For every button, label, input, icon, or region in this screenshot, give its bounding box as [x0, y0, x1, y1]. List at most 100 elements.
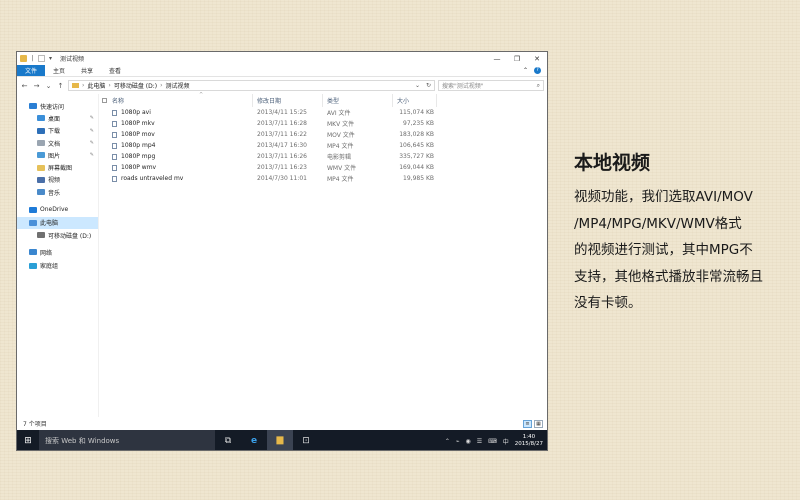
nav-item[interactable]: 桌面 ✎: [17, 112, 98, 124]
usb-drive-icon: [37, 232, 45, 239]
file-name-cell[interactable]: 1080p avi: [109, 109, 253, 116]
file-name-cell[interactable]: 1080P mov: [109, 131, 253, 138]
file-name-cell[interactable]: roads untraveled mv: [109, 175, 253, 182]
column-date[interactable]: 修改日期: [253, 94, 323, 107]
task-view-icon[interactable]: ⧉: [215, 430, 241, 450]
nav-item[interactable]: 快速访问: [17, 100, 98, 112]
address-bar[interactable]: › 此电脑 › 可移动磁盘 (D:) › 测试视频 ⌄ ↻: [68, 80, 435, 91]
table-row[interactable]: 1080p mp4 2013/4/17 16:30 MP4 文件 106,645 KB: [99, 140, 547, 151]
edge-browser-icon[interactable]: e: [241, 430, 267, 450]
start-button[interactable]: ⊞: [17, 436, 39, 446]
file-name-cell[interactable]: 1080P mkv: [109, 120, 253, 127]
taskbar-search-input[interactable]: 搜索 Web 和 Windows: [39, 430, 215, 450]
minimize-button[interactable]: —: [487, 52, 507, 65]
tab-file[interactable]: 文件: [17, 65, 46, 76]
nav-item[interactable]: 音乐: [17, 186, 98, 198]
file-list: 名称 ^ 修改日期 类型 大小 1080p avi 2013/4/11 15:25 A…: [99, 92, 547, 417]
column-name-label: 名称: [112, 98, 125, 105]
column-name[interactable]: 名称 ^: [109, 92, 253, 107]
video-file-icon: [112, 109, 117, 116]
recent-locations-button[interactable]: ⌄: [44, 82, 53, 90]
refresh-icon[interactable]: ↻: [426, 82, 431, 89]
table-row[interactable]: 1080p avi 2013/4/11 15:25 AVI 文件 115,074 KB: [99, 107, 547, 118]
search-input[interactable]: 搜索"测试视频" ⌕: [438, 80, 544, 91]
close-button[interactable]: ✕: [527, 52, 547, 65]
table-row[interactable]: 1080P mov 2013/7/11 16:22 MOV 文件 183,028 KB: [99, 129, 547, 140]
nav-item-label: 快速访问: [40, 103, 65, 111]
table-row[interactable]: 1080P mpg 2013/7/11 16:26 电影剪辑 335,727 KB: [99, 151, 547, 162]
search-placeholder: 搜索"测试视频": [442, 83, 484, 90]
nav-item[interactable]: 视频: [17, 174, 98, 186]
show-hidden-icons-icon[interactable]: ⌃: [445, 438, 450, 445]
forward-button[interactable]: →: [32, 82, 41, 90]
address-tail: ⌄ ↻: [415, 82, 434, 89]
file-rows: 1080p avi 2013/4/11 15:25 AVI 文件 115,074 KB…: [99, 107, 547, 184]
properties-icon[interactable]: |: [29, 55, 36, 62]
breadcrumb-separator: ›: [160, 82, 163, 89]
nav-item[interactable]: 网络: [17, 246, 98, 258]
file-name-cell[interactable]: 1080P mpg: [109, 153, 253, 160]
table-row[interactable]: 1080P mkv 2013/7/11 16:28 MKV 文件 97,235 KB: [99, 118, 547, 129]
nav-item-label: 音乐: [48, 189, 61, 197]
nav-item[interactable]: OneDrive: [17, 203, 98, 215]
nav-item[interactable]: 可移动磁盘 (D:): [17, 229, 98, 241]
file-date: 2014/7/30 11:01: [257, 175, 307, 182]
action-center-icon[interactable]: ☰: [477, 438, 482, 445]
store-icon[interactable]: ⊡: [293, 430, 319, 450]
nav-item[interactable]: 文档 ✎: [17, 137, 98, 149]
clock-date: 2015/8/27: [514, 441, 543, 447]
table-row[interactable]: roads untraveled mv 2014/7/30 11:01 MP4 文件…: [99, 173, 547, 184]
column-size[interactable]: 大小: [393, 94, 437, 107]
clock[interactable]: 1:40 2015/8/27: [515, 434, 543, 448]
nav-item[interactable]: 此电脑: [17, 216, 98, 229]
nav-item[interactable]: 家庭组: [17, 260, 98, 272]
nav-item[interactable]: 屏幕截图: [17, 161, 98, 173]
back-button[interactable]: ←: [20, 82, 29, 90]
tiles-view-button[interactable]: ▦: [534, 419, 543, 428]
view-switcher: ≡ ▦: [523, 419, 547, 428]
video-file-icon: [112, 175, 117, 182]
file-explorer-icon[interactable]: ▆: [267, 430, 293, 450]
tab-view[interactable]: 查看: [101, 65, 129, 76]
breadcrumb-removable-disk[interactable]: 可移动磁盘 (D:): [114, 81, 157, 90]
nav-item[interactable]: 下载 ✎: [17, 125, 98, 137]
chevron-down-icon[interactable]: ⌄: [415, 82, 420, 89]
select-all-checkbox[interactable]: [99, 94, 109, 107]
battery-icon[interactable]: ⌁: [456, 438, 460, 445]
details-view-button[interactable]: ≡: [523, 419, 532, 428]
breadcrumb-separator: ›: [108, 82, 111, 89]
keyboard-icon[interactable]: ⌨: [488, 438, 497, 445]
chevron-down-icon[interactable]: ▾: [47, 55, 54, 62]
main-area: 快速访问 桌面 ✎ 下载 ✎ 文档 ✎ 图片 ✎ 屏幕截图 视频音乐 OneDrive 此电脑 可移动磁盘…: [17, 92, 547, 417]
column-type[interactable]: 类型: [323, 94, 393, 107]
clock-time: 1:40: [522, 434, 536, 440]
folder-app-icon: [20, 55, 27, 62]
file-type: MKV 文件: [327, 121, 355, 128]
maximize-button[interactable]: ❐: [507, 52, 527, 65]
help-icon[interactable]: ?: [534, 67, 541, 74]
file-name: 1080P mov: [121, 131, 155, 138]
video-file-icon: [112, 153, 117, 160]
network-status-icon[interactable]: ◉: [465, 438, 470, 445]
item-count: 7 个项目: [23, 421, 47, 428]
search-icon: ⌕: [536, 81, 540, 89]
expand-ribbon-icon[interactable]: ⌃: [523, 67, 528, 74]
table-row[interactable]: 1080P wmv 2013/7/11 16:23 WMV 文件 169,044 KB: [99, 162, 547, 173]
title-bar: | ▾ 测试视频 — ❐ ✕: [17, 52, 547, 65]
folder-icon: [72, 83, 79, 88]
tab-share[interactable]: 共享: [73, 65, 101, 76]
file-name-cell[interactable]: 1080p mp4: [109, 142, 253, 149]
input-method-icon[interactable]: 中: [503, 437, 509, 446]
breadcrumb-test-videos[interactable]: 测试视频: [165, 81, 189, 90]
homegroup-icon: [29, 262, 37, 269]
tab-home[interactable]: 主页: [45, 65, 73, 76]
file-name-cell[interactable]: 1080P wmv: [109, 164, 253, 171]
window-title: 测试视频: [60, 56, 85, 63]
breadcrumb-this-pc[interactable]: 此电脑: [87, 81, 105, 90]
sort-arrow-icon: ^: [199, 92, 204, 98]
nav-item[interactable]: 图片 ✎: [17, 149, 98, 161]
file-date: 2013/7/11 16:28: [257, 120, 307, 127]
up-button[interactable]: ↑: [56, 82, 65, 90]
file-date: 2013/4/17 16:30: [257, 142, 307, 149]
new-folder-icon[interactable]: [38, 55, 45, 62]
